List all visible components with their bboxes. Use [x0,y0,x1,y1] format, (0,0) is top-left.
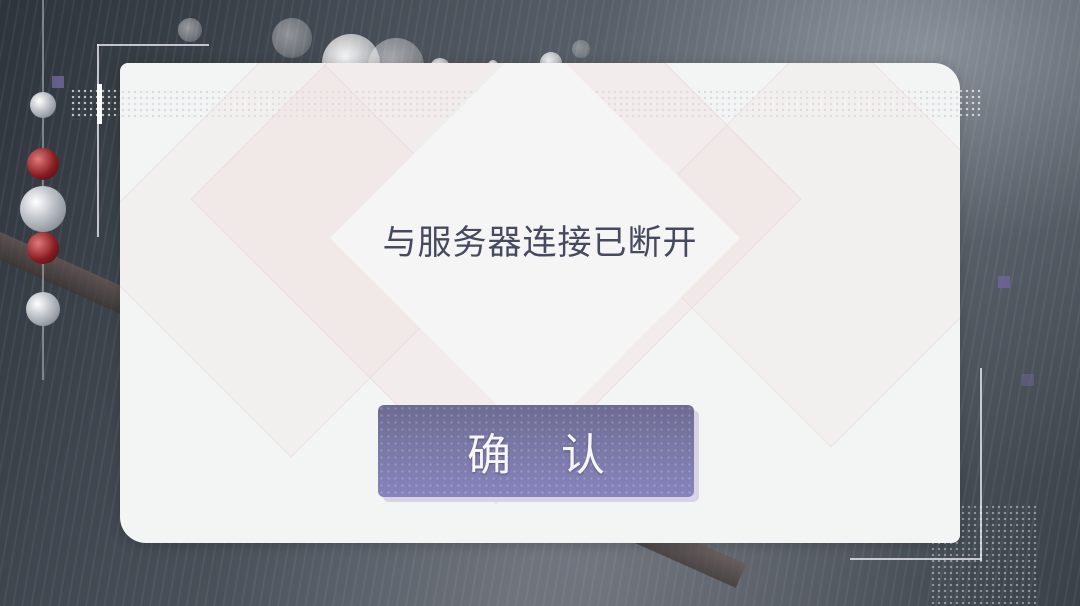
dot-pattern [958,88,982,120]
dot-pattern [70,88,120,120]
bead-ornament-icon [26,292,60,326]
game-scene: 与服务器连接已断开 确 认 [0,0,1080,606]
bead-ornament-icon [27,232,59,264]
confirm-button[interactable]: 确 认 [378,405,694,497]
bead-ornament-icon [27,148,59,180]
accent-square [52,76,64,88]
confirm-button-label: 确 认 [467,430,623,481]
corner-frame-line [97,44,99,237]
disconnect-dialog: 与服务器连接已断开 确 认 [120,63,960,543]
bead-ornament-icon [20,186,66,232]
corner-frame-line [97,44,209,46]
bokeh-light-icon [572,40,590,58]
accent-square [998,276,1010,288]
bead-ornament-icon [30,92,56,118]
disconnect-message: 与服务器连接已断开 [382,223,698,263]
bokeh-light-icon [272,18,312,58]
bokeh-light-icon [178,18,202,42]
accent-square [1022,374,1034,386]
